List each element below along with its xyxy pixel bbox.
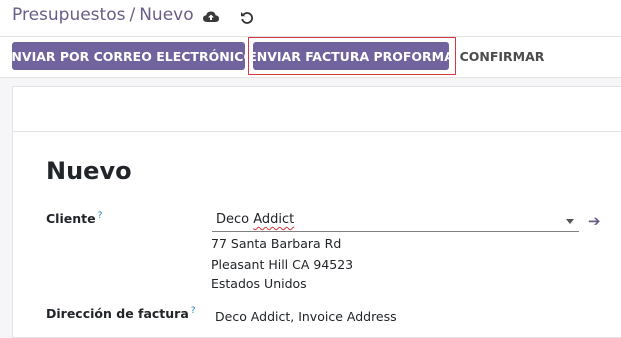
breadcrumb: Presupuestos / Nuevo <box>12 5 194 25</box>
chevron-down-icon[interactable] <box>566 219 574 224</box>
client-address-line3: Estados Unidos <box>211 276 307 291</box>
breadcrumb-current: Nuevo <box>139 5 194 25</box>
internal-link-arrow-icon[interactable]: ➔ <box>588 212 601 230</box>
client-label: Cliente? <box>46 211 102 226</box>
highlight-box <box>248 37 456 75</box>
send-email-button[interactable]: ENVIAR POR CORREO ELECTRÓNICO <box>3 42 254 70</box>
client-help-icon[interactable]: ? <box>98 211 103 221</box>
client-label-text: Cliente <box>46 211 96 227</box>
client-field[interactable]: Deco Addict <box>212 212 579 232</box>
invoice-address-label-text: Dirección de factura <box>46 306 189 322</box>
invoice-address-label: Dirección de factura? <box>46 306 196 321</box>
sheet-header <box>13 87 621 132</box>
form-sheet: Nuevo Cliente? Deco Addict ➔ 77 Santa Ba… <box>12 86 621 338</box>
invoice-address-help-icon[interactable]: ? <box>191 306 196 316</box>
confirm-button[interactable]: CONFIRMAR <box>460 42 545 70</box>
undo-icon[interactable] <box>238 8 256 26</box>
client-address-line2: Pleasant Hill CA 94523 <box>211 257 354 272</box>
control-panel: Presupuestos / Nuevo <box>0 0 621 37</box>
cloud-upload-icon[interactable] <box>202 8 220 26</box>
invoice-address-field[interactable]: Deco Addict, Invoice Address <box>215 309 397 324</box>
client-value-misspelled: Addict <box>253 212 295 227</box>
client-address-line1: 77 Santa Barbara Rd <box>211 236 342 251</box>
record-title: Nuevo <box>46 157 132 185</box>
client-value-prefix: Deco <box>216 212 254 227</box>
breadcrumb-parent[interactable]: Presupuestos <box>12 5 125 25</box>
breadcrumb-separator: / <box>129 5 136 25</box>
